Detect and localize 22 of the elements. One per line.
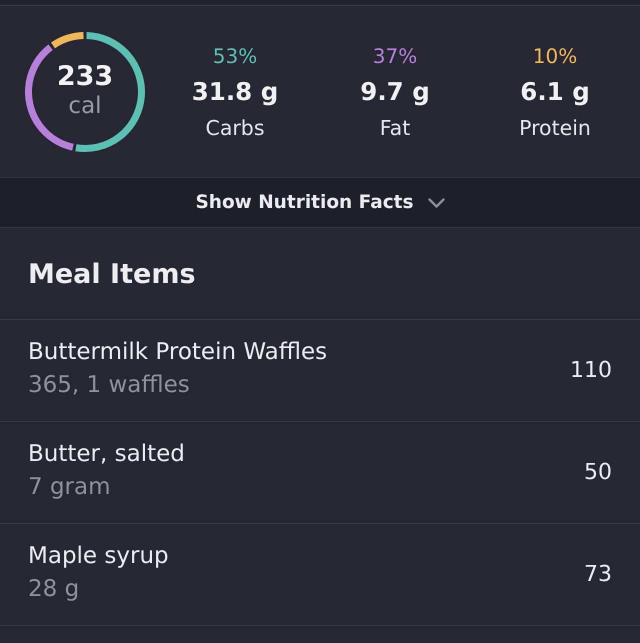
- calorie-count: 110: [570, 358, 612, 383]
- food-name: Maple syrup: [28, 542, 169, 570]
- macro-percent: 53%: [212, 44, 258, 68]
- food-name: Buttermilk Protein Waffles: [28, 338, 328, 366]
- macro-percent: 37%: [372, 44, 418, 68]
- serving-size: 7 gram: [28, 472, 112, 502]
- calorie-count: 50: [584, 460, 612, 485]
- macro-amount: 6.1 g: [520, 76, 590, 108]
- section-title: Meal Items: [28, 259, 196, 290]
- calorie-unit: cal: [68, 92, 102, 120]
- calorie-total: 233: [56, 60, 114, 92]
- macro-name: Protein: [519, 116, 591, 140]
- macro-amount: 9.7 g: [360, 76, 430, 108]
- calorie-count: 73: [584, 562, 612, 587]
- serving-size: 365, 1 waffles: [28, 370, 191, 400]
- macro-amount: 31.8 g: [192, 76, 278, 108]
- food-name: Butter, salted: [28, 440, 185, 468]
- nutrition-facts-toggle[interactable]: Show Nutrition Facts: [0, 177, 640, 228]
- serving-size: 28 g: [28, 574, 80, 604]
- macro-name: Carbs: [206, 116, 264, 140]
- macro-percent: 10%: [532, 44, 578, 68]
- macro-name: Fat: [380, 116, 410, 140]
